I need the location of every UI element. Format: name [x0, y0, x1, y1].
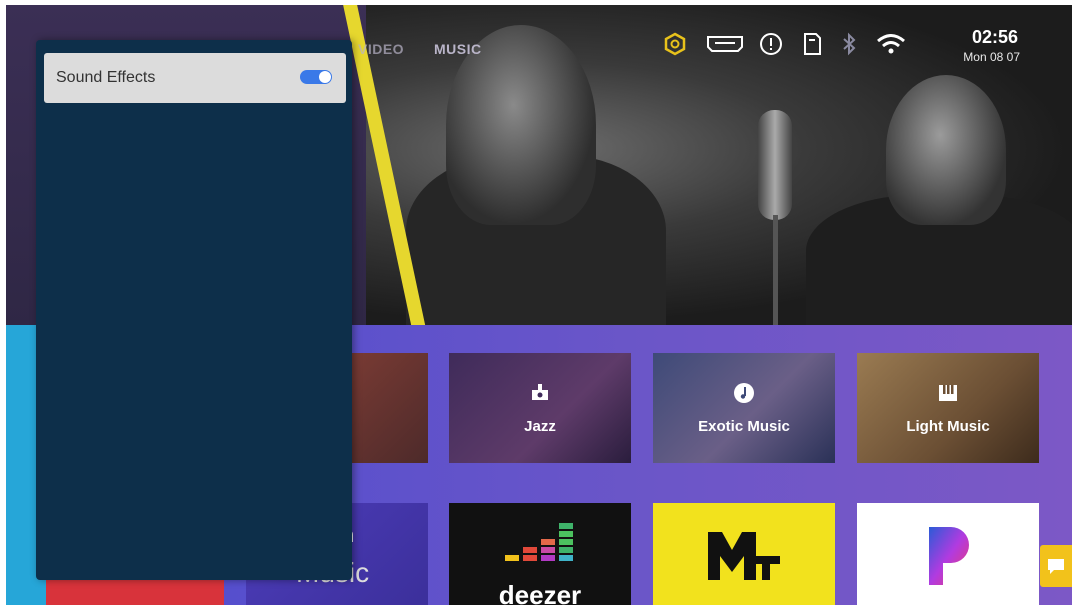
tab-video[interactable]: VIDEO — [358, 41, 404, 57]
clock-date: Mon 08 07 — [963, 50, 1020, 64]
clock-time: 02:56 — [971, 27, 1018, 47]
sd-card-icon[interactable] — [800, 31, 824, 57]
category-card-jazz[interactable]: Jazz — [449, 353, 631, 463]
category-label: Jazz — [524, 417, 556, 435]
tv-screen: VIDEO MUSIC 02:56 Mon 08 07 Jazz Exotic … — [6, 5, 1072, 605]
sound-effects-row[interactable]: Sound Effects — [44, 53, 346, 103]
pandora-logo-icon — [925, 523, 971, 593]
category-label: Light Music — [906, 417, 990, 435]
app-tile-pandora[interactable] — [857, 503, 1039, 605]
alert-icon[interactable] — [758, 31, 784, 57]
microphone-stand — [773, 215, 778, 325]
hdmi-input-icon[interactable] — [703, 31, 747, 57]
bluetooth-icon[interactable] — [840, 31, 858, 57]
chat-bubble-icon[interactable] — [1040, 545, 1072, 587]
singer-right — [886, 75, 1006, 225]
app-tile-deezer[interactable]: deezer — [449, 503, 631, 605]
category-card-light-music[interactable]: Light Music — [857, 353, 1039, 463]
piano-icon — [937, 382, 959, 410]
wifi-icon[interactable] — [874, 31, 908, 57]
sound-effects-toggle[interactable] — [300, 70, 332, 84]
music-note-icon — [733, 382, 755, 410]
microphone — [758, 110, 792, 220]
sound-settings-panel: Sound Effects — [36, 40, 352, 580]
sound-effects-label: Sound Effects — [56, 69, 156, 86]
settings-hex-icon[interactable] — [662, 31, 688, 57]
app-tile-mtv[interactable] — [653, 503, 835, 605]
deezer-bars-icon — [505, 515, 575, 569]
toggle-knob — [319, 71, 331, 83]
mtv-logo-icon — [704, 526, 784, 590]
category-card-exotic-music[interactable]: Exotic Music — [653, 353, 835, 463]
deezer-logo-text: deezer — [498, 580, 582, 605]
guitar-amp-icon — [529, 382, 551, 410]
category-label: Exotic Music — [698, 417, 790, 435]
tab-music[interactable]: MUSIC — [434, 41, 482, 57]
category-card-partial[interactable] — [346, 353, 428, 463]
